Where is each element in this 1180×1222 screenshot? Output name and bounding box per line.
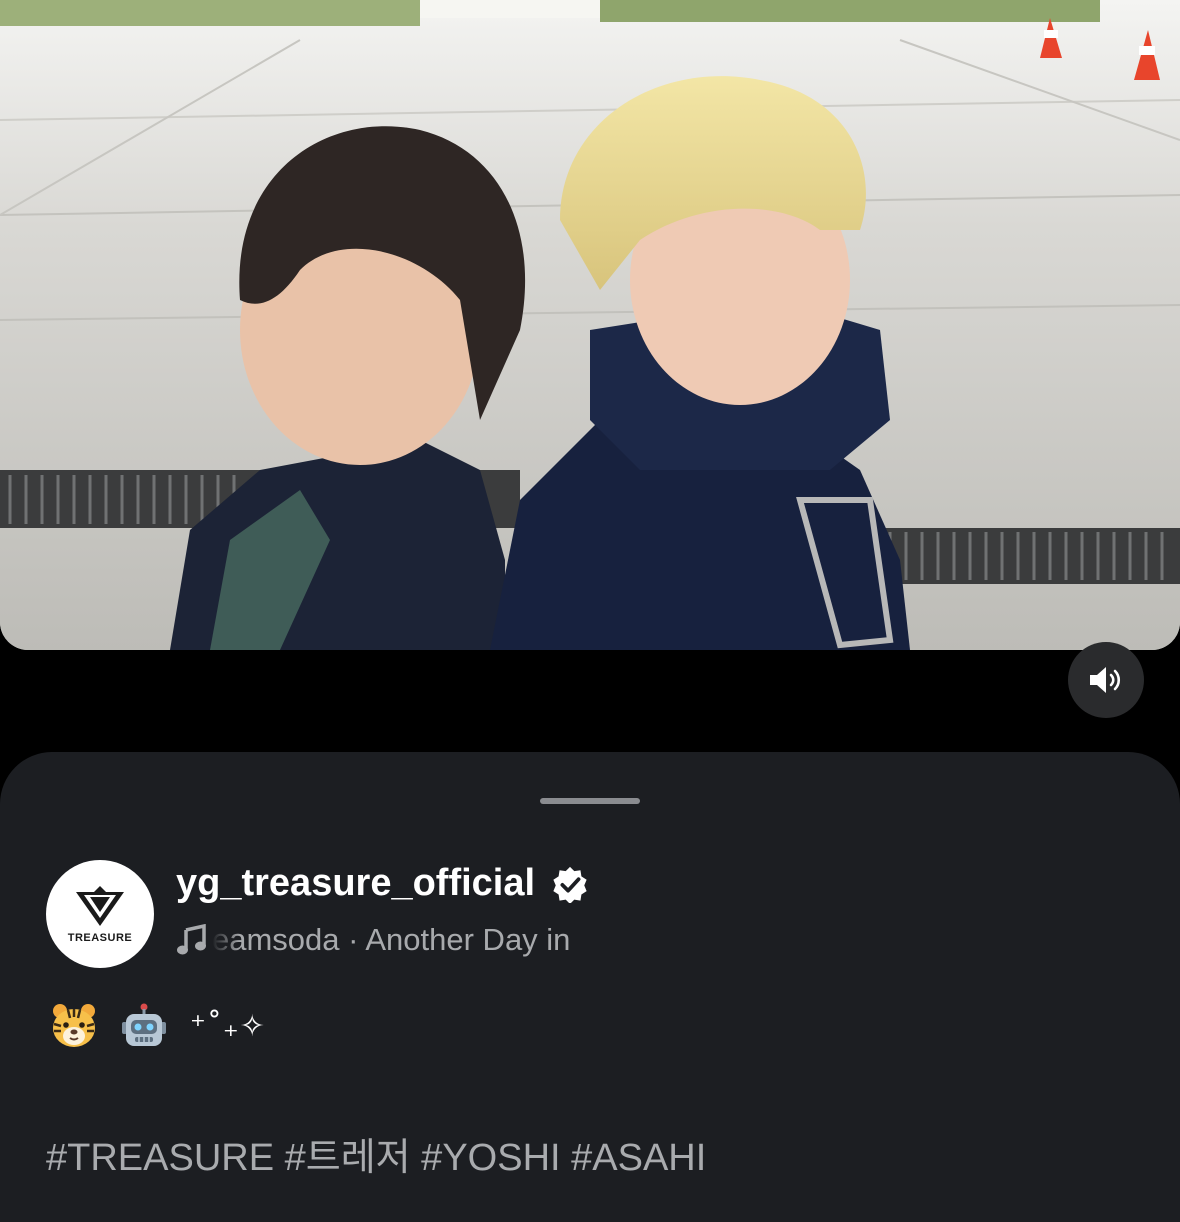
reel-video[interactable] xyxy=(0,0,1180,650)
music-note-icon xyxy=(177,924,206,955)
post-details-sheet: TREASURE yg_treasure_official eamsoda · … xyxy=(0,752,1180,1222)
robot-face-icon xyxy=(122,1003,166,1046)
speaker-volume-icon xyxy=(1090,667,1121,693)
treasure-logo-icon xyxy=(76,886,124,926)
tiger-face-icon xyxy=(53,1004,95,1047)
sound-toggle-button[interactable] xyxy=(1068,642,1144,718)
avatar-label: TREASURE xyxy=(67,932,133,944)
video-frame-image xyxy=(0,0,1180,650)
drain-grate-right xyxy=(870,528,1180,584)
caption-sparkle: ⁺˚₊✧ xyxy=(190,1008,266,1044)
audio-track-link[interactable]: eamsoda · Another Day in xyxy=(176,918,656,962)
caption-emoji-line: ⁺˚₊✧ xyxy=(50,1002,266,1050)
audio-track-text: eamsoda · Another Day in xyxy=(212,922,571,957)
verified-badge-icon xyxy=(553,866,587,903)
username-link[interactable]: yg_treasure_official xyxy=(176,862,535,905)
profile-avatar[interactable]: TREASURE xyxy=(46,860,154,968)
username-row: yg_treasure_official xyxy=(176,862,589,905)
sheet-drag-handle[interactable] xyxy=(540,798,640,804)
caption-hashtags[interactable]: #TREASURE #트레저 #YOSHI #ASAHI xyxy=(46,1126,706,1181)
